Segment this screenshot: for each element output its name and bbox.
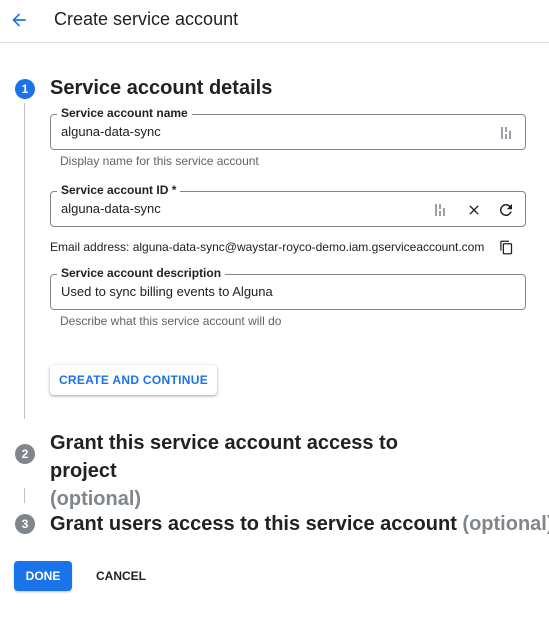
- password-manager-icon[interactable]: [431, 200, 451, 220]
- service-account-description-field[interactable]: Service account description Used to sync…: [50, 266, 526, 310]
- email-address-text: Email address: alguna-data-sync@waystar-…: [50, 240, 485, 254]
- step-1-badge: 1: [15, 79, 35, 99]
- service-account-id-label: Service account ID *: [57, 183, 181, 197]
- service-account-description-hint: Describe what this service account will …: [60, 314, 282, 328]
- step-1-title: Service account details: [50, 77, 273, 99]
- step-2-title: Grant this service account access to pro…: [50, 432, 398, 482]
- service-account-name-value: alguna-data-sync: [61, 124, 161, 139]
- page-title: Create service account: [54, 9, 239, 29]
- arrow-back-icon: [12, 13, 26, 27]
- create-and-continue-button[interactable]: CREATE AND CONTINUE: [50, 365, 217, 395]
- step-3-title: Grant users access to this service accou…: [50, 513, 457, 535]
- cancel-button[interactable]: CANCEL: [86, 561, 156, 591]
- refresh-icon[interactable]: [496, 200, 516, 220]
- copy-button[interactable]: [496, 237, 516, 257]
- copy-icon: [499, 240, 512, 254]
- service-account-id-value: alguna-data-sync: [61, 201, 161, 216]
- step-3-optional: (optional): [462, 513, 549, 535]
- step-rail-2: [24, 488, 25, 503]
- top-bar: Create service account: [0, 0, 549, 43]
- service-account-description-value: Used to sync billing events to Alguna: [61, 284, 273, 299]
- done-button[interactable]: DONE: [14, 561, 72, 591]
- service-account-name-label: Service account name: [57, 106, 192, 120]
- service-account-description-label: Service account description: [57, 266, 226, 280]
- step-3-title-block[interactable]: Grant users access to this service accou…: [50, 513, 549, 536]
- step-2-title-block[interactable]: Grant this service account access to pro…: [50, 429, 470, 513]
- password-manager-icon[interactable]: [497, 123, 517, 143]
- step-rail-1: [24, 103, 25, 419]
- service-account-name-hint: Display name for this service account: [60, 154, 259, 168]
- step-2-optional: (optional): [50, 488, 142, 510]
- step-2-badge: 2: [15, 444, 35, 464]
- back-button[interactable]: [6, 7, 32, 33]
- service-account-id-field[interactable]: Service account ID * alguna-data-sync: [50, 183, 526, 227]
- step-3-badge: 3: [15, 514, 35, 534]
- service-account-name-field[interactable]: Service account name alguna-data-sync: [50, 106, 526, 150]
- clear-icon[interactable]: [464, 200, 484, 220]
